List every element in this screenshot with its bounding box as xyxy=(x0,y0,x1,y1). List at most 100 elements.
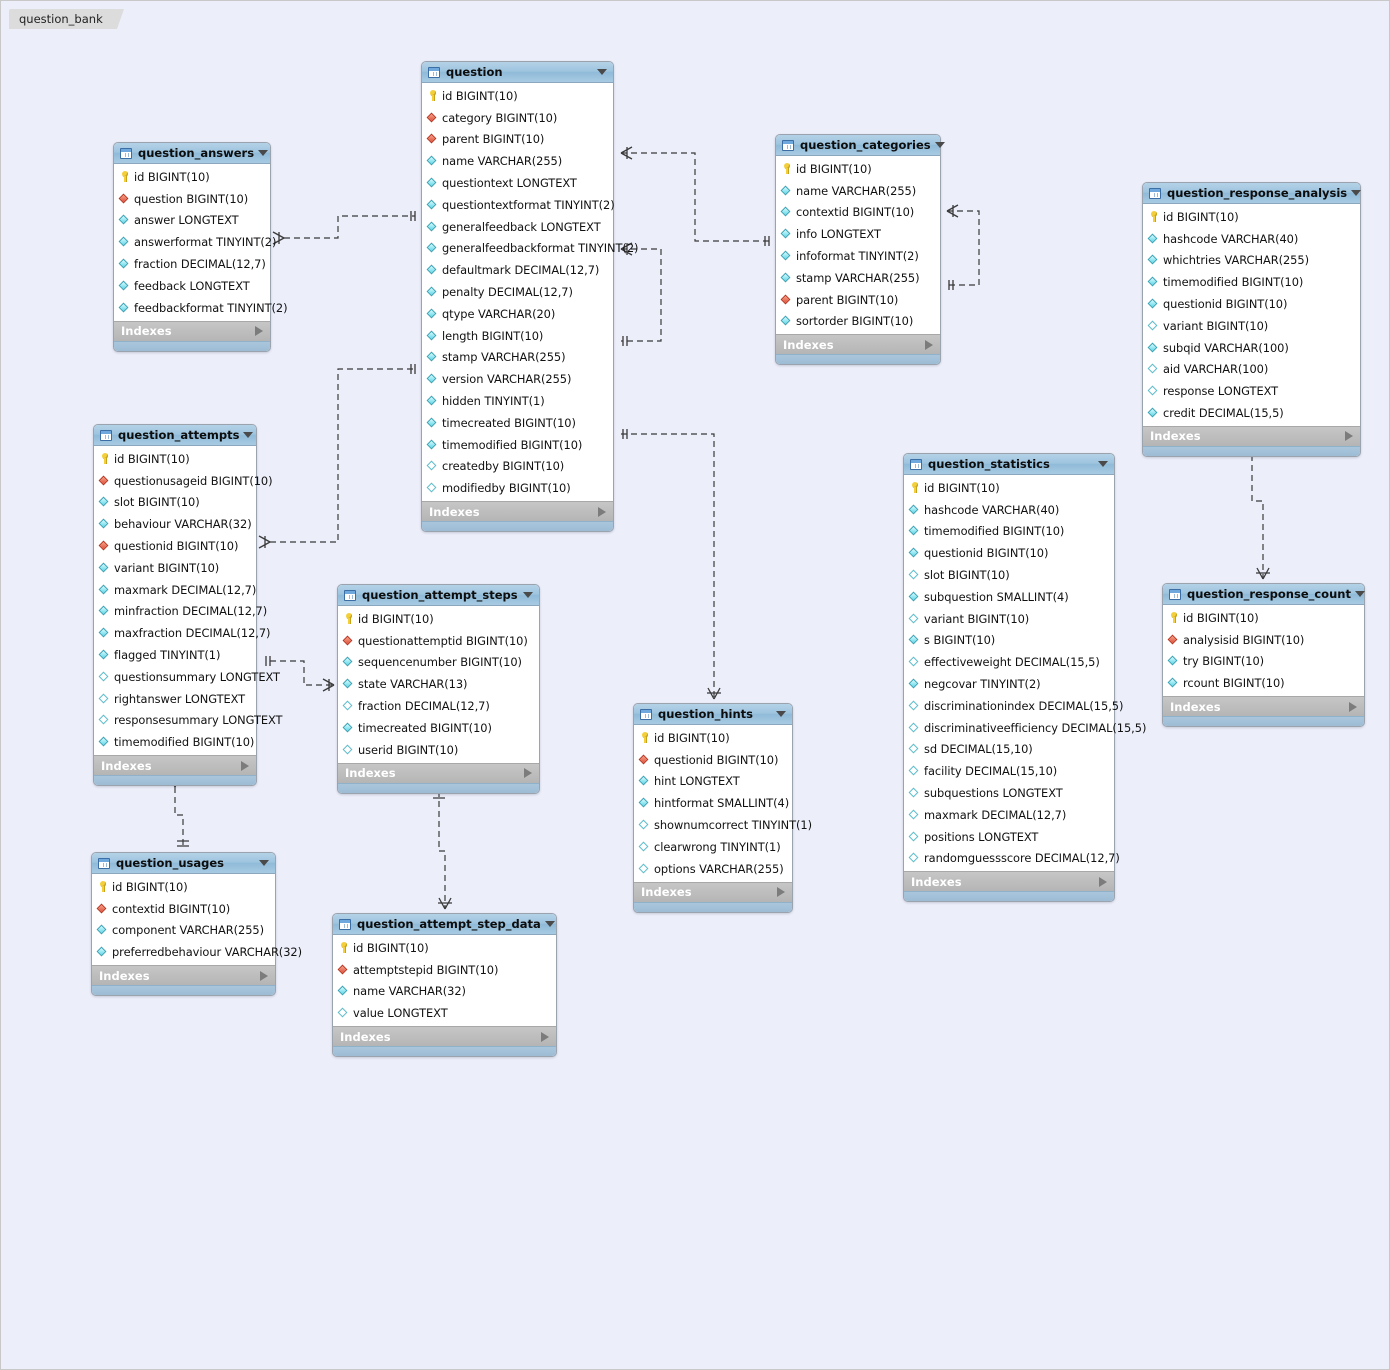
column-row[interactable]: hintformat SMALLINT(4) xyxy=(634,792,792,814)
column-row[interactable]: effectiveweight DECIMAL(15,5) xyxy=(904,651,1114,673)
indexes-bar[interactable]: Indexes xyxy=(904,871,1114,892)
column-row[interactable]: rcount BIGINT(10) xyxy=(1163,672,1364,694)
chevron-down-icon[interactable] xyxy=(523,592,533,598)
column-row[interactable]: fraction DECIMAL(12,7) xyxy=(114,253,270,275)
column-row[interactable]: timemodified BIGINT(10) xyxy=(1143,271,1360,293)
chevron-down-icon[interactable] xyxy=(597,69,607,75)
column-row[interactable]: negcovar TINYINT(2) xyxy=(904,673,1114,695)
chevron-down-icon[interactable] xyxy=(259,860,269,866)
table-question_attempt_steps[interactable]: question_attempt_steps id BIGINT(10) quest… xyxy=(337,584,540,794)
expand-indexes-icon[interactable] xyxy=(1349,701,1357,712)
column-row[interactable]: stamp VARCHAR(255) xyxy=(422,347,613,369)
indexes-bar[interactable]: Indexes xyxy=(422,501,613,522)
column-row[interactable]: defaultmark DECIMAL(12,7) xyxy=(422,259,613,281)
column-row[interactable]: answer LONGTEXT xyxy=(114,210,270,232)
column-row[interactable]: modifiedby BIGINT(10) xyxy=(422,477,613,499)
column-row[interactable]: sequencenumber BIGINT(10) xyxy=(338,652,539,674)
column-row[interactable]: try BIGINT(10) xyxy=(1163,651,1364,673)
column-row[interactable]: options VARCHAR(255) xyxy=(634,858,792,880)
column-row[interactable]: createdby BIGINT(10) xyxy=(422,456,613,478)
column-row[interactable]: discriminationindex DECIMAL(15,5) xyxy=(904,695,1123,717)
column-row[interactable]: value LONGTEXT xyxy=(333,1002,556,1024)
chevron-down-icon[interactable] xyxy=(1098,461,1108,467)
column-row[interactable]: timecreated BIGINT(10) xyxy=(338,717,539,739)
chevron-down-icon[interactable] xyxy=(544,921,555,927)
column-row[interactable]: parent BIGINT(10) xyxy=(776,289,940,311)
column-row[interactable]: id BIGINT(10) xyxy=(904,477,1114,499)
chevron-down-icon[interactable] xyxy=(776,711,786,717)
column-row[interactable]: contextid BIGINT(10) xyxy=(92,898,275,920)
column-row[interactable]: id BIGINT(10) xyxy=(333,937,556,959)
column-row[interactable]: state VARCHAR(13) xyxy=(338,673,539,695)
column-row[interactable]: feedbackformat TINYINT(2) xyxy=(114,297,288,319)
column-row[interactable]: slot BIGINT(10) xyxy=(904,564,1114,586)
table-header-question_attempt_step_data[interactable]: question_attempt_step_data xyxy=(333,914,556,935)
column-row[interactable]: questiontext LONGTEXT xyxy=(422,172,613,194)
column-row[interactable]: questionid BIGINT(10) xyxy=(94,535,256,557)
chevron-down-icon[interactable] xyxy=(258,150,269,156)
column-row[interactable]: flagged TINYINT(1) xyxy=(94,644,256,666)
column-row[interactable]: questionid BIGINT(10) xyxy=(634,749,792,771)
indexes-bar[interactable]: Indexes xyxy=(1163,696,1364,717)
expand-indexes-icon[interactable] xyxy=(241,760,249,771)
column-row[interactable]: feedback LONGTEXT xyxy=(114,275,270,297)
column-row[interactable]: minfraction DECIMAL(12,7) xyxy=(94,601,267,623)
column-row[interactable]: id BIGINT(10) xyxy=(114,166,270,188)
table-header-question_statistics[interactable]: question_statistics xyxy=(904,454,1114,475)
column-row[interactable]: preferredbehaviour VARCHAR(32) xyxy=(92,941,302,963)
column-row[interactable]: info LONGTEXT xyxy=(776,223,940,245)
expand-indexes-icon[interactable] xyxy=(541,1031,549,1042)
table-header-question_categories[interactable]: question_categories xyxy=(776,135,945,156)
column-row[interactable]: randomguessscore DECIMAL(12,7) xyxy=(904,848,1120,870)
column-row[interactable]: slot BIGINT(10) xyxy=(94,492,256,514)
table-question_attempts[interactable]: question_attempts id BIGINT(10) questionus… xyxy=(93,424,283,787)
column-row[interactable]: questionsummary LONGTEXT xyxy=(94,666,280,688)
table-header-question_answers[interactable]: question_answers xyxy=(114,143,270,164)
column-row[interactable]: s BIGINT(10) xyxy=(904,630,1114,652)
column-row[interactable]: version VARCHAR(255) xyxy=(422,368,613,390)
expand-indexes-icon[interactable] xyxy=(925,339,933,350)
column-row[interactable]: id BIGINT(10) xyxy=(338,608,539,630)
column-row[interactable]: name VARCHAR(32) xyxy=(333,981,556,1003)
column-row[interactable]: hashcode VARCHAR(40) xyxy=(904,499,1114,521)
table-header-question_usages[interactable]: question_usages xyxy=(92,853,275,874)
column-row[interactable]: sd DECIMAL(15,10) xyxy=(904,739,1114,761)
table-question_usages[interactable]: question_usages id BIGINT(10) contextid BI… xyxy=(91,852,302,997)
column-row[interactable]: id BIGINT(10) xyxy=(1143,206,1360,228)
column-row[interactable]: facility DECIMAL(15,10) xyxy=(904,760,1114,782)
column-row[interactable]: name VARCHAR(255) xyxy=(422,150,613,172)
column-row[interactable]: length BIGINT(10) xyxy=(422,325,613,347)
column-row[interactable]: rightanswer LONGTEXT xyxy=(94,688,256,710)
column-row[interactable]: generalfeedback LONGTEXT xyxy=(422,216,613,238)
column-row[interactable]: timemodified BIGINT(10) xyxy=(94,731,256,753)
column-row[interactable]: clearwrong TINYINT(1) xyxy=(634,836,792,858)
column-row[interactable]: component VARCHAR(255) xyxy=(92,920,275,942)
column-row[interactable]: timecreated BIGINT(10) xyxy=(422,412,613,434)
column-row[interactable]: timemodified BIGINT(10) xyxy=(422,434,613,456)
column-row[interactable]: id BIGINT(10) xyxy=(776,158,940,180)
expand-indexes-icon[interactable] xyxy=(524,768,532,779)
expand-indexes-icon[interactable] xyxy=(777,887,785,898)
table-question_attempt_step_data[interactable]: question_attempt_step_data id BIGINT(10) a… xyxy=(332,913,557,1058)
column-row[interactable]: id BIGINT(10) xyxy=(422,85,613,107)
column-row[interactable]: variant BIGINT(10) xyxy=(94,557,256,579)
column-row[interactable]: qtype VARCHAR(20) xyxy=(422,303,613,325)
column-row[interactable]: shownumcorrect TINYINT(1) xyxy=(634,814,812,836)
column-row[interactable]: subquestion SMALLINT(4) xyxy=(904,586,1114,608)
chevron-down-icon[interactable] xyxy=(934,142,945,148)
column-row[interactable]: analysisid BIGINT(10) xyxy=(1163,629,1364,651)
column-row[interactable]: questionusageid BIGINT(10) xyxy=(94,470,273,492)
column-row[interactable]: hint LONGTEXT xyxy=(634,771,792,793)
table-question_answers[interactable]: question_answers id BIGINT(10) question BI… xyxy=(113,142,288,352)
column-row[interactable]: responsesummary LONGTEXT xyxy=(94,710,283,732)
indexes-bar[interactable]: Indexes xyxy=(333,1026,556,1047)
column-row[interactable]: parent BIGINT(10) xyxy=(422,129,613,151)
column-row[interactable]: id BIGINT(10) xyxy=(92,876,275,898)
indexes-bar[interactable]: Indexes xyxy=(338,762,539,783)
chevron-down-icon[interactable] xyxy=(1354,591,1365,597)
column-row[interactable]: infoformat TINYINT(2) xyxy=(776,245,940,267)
column-row[interactable]: response LONGTEXT xyxy=(1143,380,1360,402)
column-row[interactable]: subquestions LONGTEXT xyxy=(904,782,1114,804)
column-row[interactable]: aid VARCHAR(100) xyxy=(1143,359,1360,381)
column-row[interactable]: stamp VARCHAR(255) xyxy=(776,267,940,289)
